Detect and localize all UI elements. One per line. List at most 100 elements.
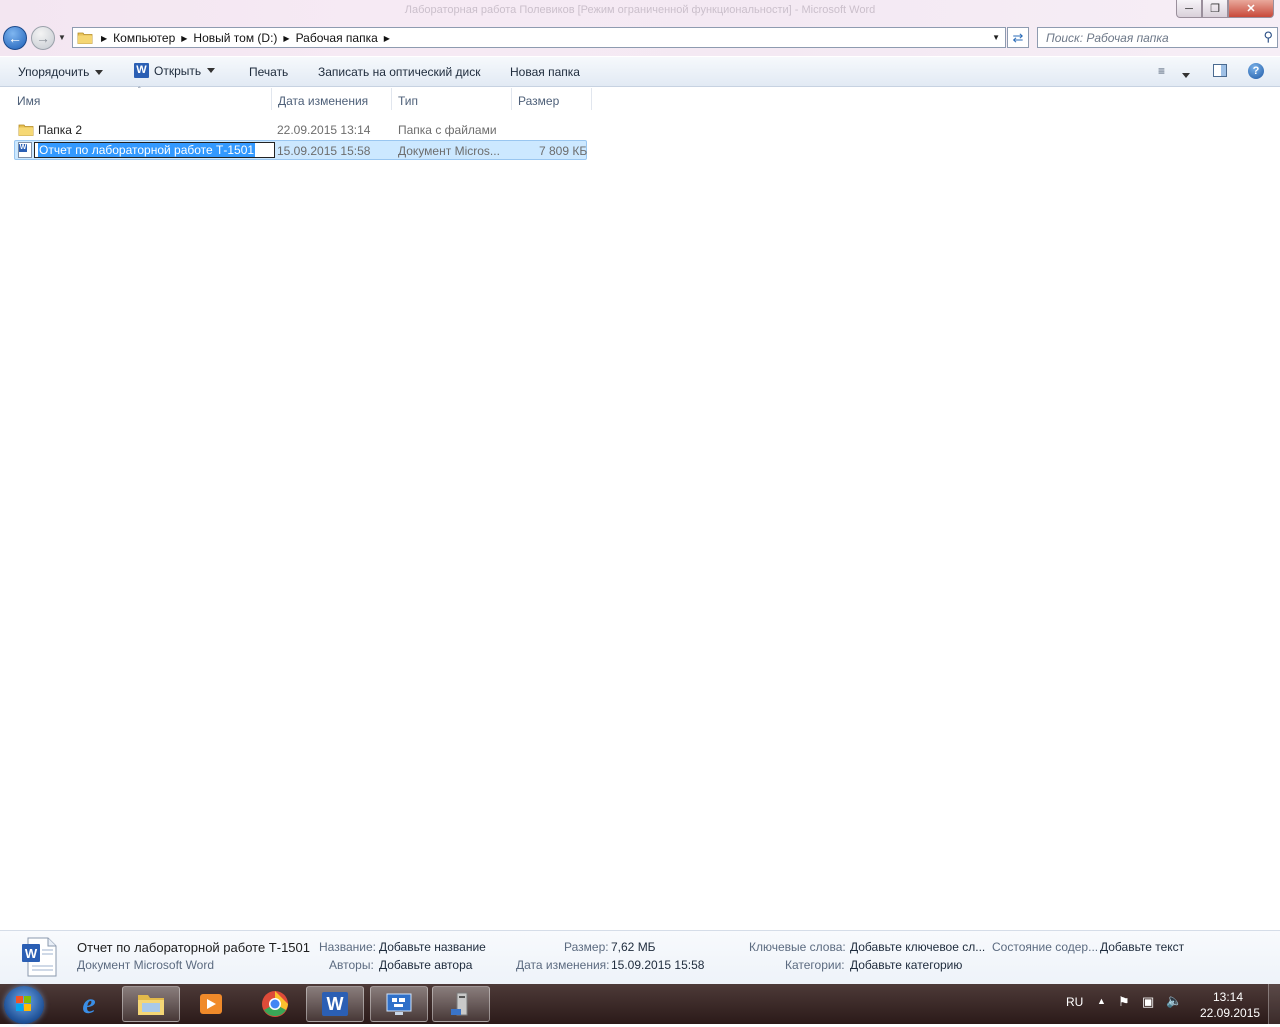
file-row-folder[interactable]: Папка 2 22.09.2015 13:14 Папка с файлами <box>14 120 587 140</box>
arrow-left-icon: ← <box>8 30 22 46</box>
column-divider[interactable] <box>391 88 392 110</box>
address-dropdown-icon[interactable]: ▼ <box>992 33 1000 42</box>
address-bar[interactable]: ▶ Компьютер ▶ Новый том (D:) ▶ Рабочая п… <box>72 27 1006 48</box>
folder-icon <box>138 995 164 1015</box>
column-header-size[interactable]: Размер <box>518 94 559 108</box>
column-header-date[interactable]: Дата изменения <box>278 94 368 108</box>
details-file-type: Документ Microsoft Word <box>77 958 215 972</box>
file-size: 7 809 КБ <box>539 144 588 158</box>
open-button[interactable]: W Открыть <box>134 63 216 78</box>
details-size-label: Размер: <box>564 940 609 954</box>
close-button[interactable]: ✕ <box>1228 0 1274 18</box>
breadcrumb-separator-icon[interactable]: ▶ <box>384 34 390 43</box>
column-divider[interactable] <box>271 88 272 110</box>
taskbar-server-app[interactable] <box>432 986 490 1022</box>
breadcrumb-separator-icon[interactable]: ▶ <box>181 34 187 43</box>
action-center-flag-icon[interactable]: ⚑ <box>1118 994 1130 1010</box>
internet-explorer-icon: e <box>82 987 96 1020</box>
network-icon[interactable]: ▣ <box>1142 994 1154 1010</box>
details-title-label: Название: <box>319 940 376 954</box>
taskbar-internet-explorer[interactable]: e <box>60 986 118 1022</box>
restore-button[interactable]: ❐ <box>1202 0 1228 18</box>
file-type: Папка с файлами <box>398 123 497 137</box>
file-date: 15.09.2015 15:58 <box>277 144 371 158</box>
word-icon: W <box>322 992 348 1016</box>
breadcrumb-separator-icon[interactable]: ▶ <box>283 34 289 43</box>
details-content-status-value[interactable]: Добавьте текст <box>1100 940 1184 954</box>
server-icon <box>451 992 468 1016</box>
folder-icon <box>77 30 93 48</box>
new-folder-button[interactable]: Новая папка <box>510 65 580 79</box>
start-button[interactable] <box>4 986 44 1024</box>
breadcrumb-computer[interactable]: Компьютер <box>113 31 175 45</box>
window-title: Лабораторная работа Полевиков [Режим огр… <box>404 4 876 16</box>
file-date: 22.09.2015 13:14 <box>277 123 371 137</box>
sort-ascending-icon: ˆ <box>138 86 141 95</box>
breadcrumb: ▶ Компьютер ▶ Новый том (D:) ▶ Рабочая п… <box>95 31 396 45</box>
column-divider[interactable] <box>591 88 592 110</box>
chrome-icon <box>262 991 288 1017</box>
details-size-value: 7,62 МБ <box>611 940 656 954</box>
refresh-icon: ⇄ <box>1012 29 1024 45</box>
view-dropdown-icon[interactable] <box>1182 68 1190 82</box>
back-button[interactable]: ← <box>3 26 27 50</box>
network-computer-icon <box>386 993 412 1015</box>
file-type: Документ Micros... <box>398 144 500 158</box>
chevron-down-icon <box>95 70 104 76</box>
taskbar-word[interactable]: W <box>306 986 364 1022</box>
details-content-status-label: Состояние содер... <box>992 940 1099 954</box>
breadcrumb-work-folder[interactable]: Рабочая папка <box>296 31 378 45</box>
column-header-name[interactable]: Имя <box>17 94 40 108</box>
view-options-icon[interactable]: ≡ <box>1158 64 1165 78</box>
volume-icon[interactable]: 🔈 <box>1166 993 1182 1009</box>
clock-time[interactable]: 13:14 <box>1213 990 1243 1004</box>
folder-icon <box>18 122 34 140</box>
help-icon[interactable]: ? <box>1248 63 1264 79</box>
details-categories-value[interactable]: Добавьте категорию <box>850 958 962 972</box>
arrow-right-icon: → <box>36 30 50 46</box>
search-box[interactable]: Поиск: Рабочая папка ⚲ <box>1037 27 1278 48</box>
organize-button[interactable]: Упорядочить <box>18 65 104 79</box>
organize-label: Упорядочить <box>18 65 90 79</box>
details-title-value[interactable]: Добавьте название <box>379 940 486 954</box>
search-icon[interactable]: ⚲ <box>1263 29 1273 45</box>
details-modified-label: Дата изменения: <box>516 958 610 972</box>
show-desktop-button[interactable] <box>1268 984 1280 1024</box>
word-icon: W <box>134 63 149 78</box>
minimize-icon: ─ <box>1185 2 1193 15</box>
print-button[interactable]: Печать <box>249 65 288 79</box>
details-keywords-value[interactable]: Добавьте ключевое сл... <box>850 940 985 954</box>
show-hidden-icons-icon[interactable]: ▲ <box>1097 996 1106 1006</box>
forward-button[interactable]: → <box>31 26 55 50</box>
burn-disc-button[interactable]: Записать на оптический диск <box>318 65 481 79</box>
details-keywords-label: Ключевые слова: <box>749 940 846 954</box>
refresh-button[interactable]: ⇄ <box>1007 27 1029 48</box>
language-indicator[interactable]: RU <box>1066 995 1083 1009</box>
open-label: Открыть <box>154 63 202 78</box>
details-modified-value: 15.09.2015 15:58 <box>611 958 705 972</box>
word-document-icon: W <box>18 142 32 158</box>
taskbar-chrome[interactable] <box>246 986 304 1022</box>
taskbar-media-player[interactable] <box>182 986 240 1022</box>
windows-logo-icon <box>16 996 31 1011</box>
recent-pages-dropdown[interactable]: ▼ <box>58 33 66 42</box>
column-divider[interactable] <box>511 88 512 110</box>
close-icon: ✕ <box>1246 3 1256 15</box>
breadcrumb-separator-icon[interactable]: ▶ <box>101 34 107 43</box>
details-authors-value[interactable]: Добавьте автора <box>379 958 472 972</box>
details-pane <box>0 930 1280 984</box>
details-file-name: Отчет по лабораторной работе Т-1501 <box>77 940 310 955</box>
search-input[interactable]: Поиск: Рабочая папка <box>1046 31 1169 45</box>
rename-input-text[interactable]: Отчет по лабораторной работе Т-1501 <box>38 143 256 157</box>
file-name: Папка 2 <box>38 123 82 137</box>
taskbar-remote-app[interactable] <box>370 986 428 1022</box>
preview-pane-icon[interactable] <box>1213 64 1227 77</box>
media-player-icon <box>200 994 222 1014</box>
taskbar-explorer[interactable] <box>122 986 180 1022</box>
word-document-large-icon: W <box>20 936 60 978</box>
clock-date[interactable]: 22.09.2015 <box>1200 1006 1260 1020</box>
breadcrumb-drive-d[interactable]: Новый том (D:) <box>193 31 277 45</box>
minimize-button[interactable]: ─ <box>1176 0 1202 18</box>
svg-text:W: W <box>25 946 38 961</box>
column-header-type[interactable]: Тип <box>398 94 418 108</box>
